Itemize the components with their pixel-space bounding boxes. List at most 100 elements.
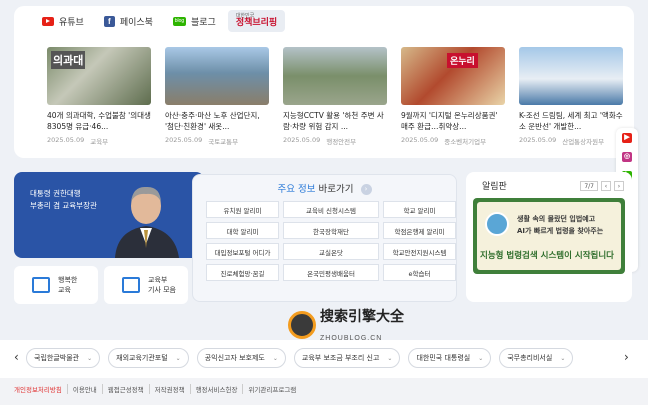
footer-links: 개인정보처리방침 이용안내 웹접근성정책 저작권정책 행정서비스헌장 위기관리프… xyxy=(14,384,301,394)
quick-link-happy-education[interactable]: 행복한 교육 xyxy=(14,266,98,304)
news-date: 2025.05.09 xyxy=(165,136,203,144)
panel-title-highlight: 주요 정보 xyxy=(277,184,316,195)
chevron-down-icon: ⌄ xyxy=(560,354,566,362)
quick-link-line2: 교육 xyxy=(58,286,71,294)
news-source: 산업통상자원부 xyxy=(562,138,605,146)
panel-title: 주요 정보 바로가기 › xyxy=(193,181,456,195)
related-link[interactable]: 재외교육기관포털 ⌄ xyxy=(108,348,189,368)
key-info-link[interactable]: 교실온닷 xyxy=(283,243,379,260)
related-link-label: 교육부 보조금 부조리 신고 xyxy=(301,354,380,362)
news-date: 2025.05.09 xyxy=(401,136,439,144)
news-title[interactable]: 아산·충주·마산 노후 산업단지, '첨단·친환경' 새옷... xyxy=(165,110,269,132)
related-links-list: 국립한글박물관 ⌄ 재외교육기관포털 ⌄ 공익신고자 보호제도 ⌄ 교육부 보조금 부… xyxy=(26,348,574,368)
news-thumbnail[interactable]: 의과대 xyxy=(47,47,151,105)
watermark-text: 搜索引擎大全 xyxy=(320,309,404,325)
tab-facebook[interactable]: f 페이스북 xyxy=(96,10,161,32)
minister-line1: 대통령 권한대행 xyxy=(30,189,81,198)
news-meta: 2025.05.09 교육부 xyxy=(47,136,151,146)
footer-link[interactable]: 이용안내 xyxy=(66,384,102,394)
news-title[interactable]: K-조선 드림팀, 세계 최고 '액화수소 운반선' 개발한... xyxy=(519,110,623,132)
news-source: 중소벤처기업부 xyxy=(444,138,487,146)
notice-banner[interactable]: 생활 속의 몰랐던 입법예고 AI가 빠르게 법령을 찾아주는 지능형 법령검색… xyxy=(473,198,625,274)
chevron-down-icon: ⌄ xyxy=(272,354,278,362)
chevron-down-icon: ⌄ xyxy=(387,354,393,362)
news-title[interactable]: 9월까지 '디지털 온누리상품권' 매주 환급…취약상... xyxy=(401,110,505,132)
youtube-icon[interactable]: ▶ xyxy=(622,133,632,143)
watermark: 搜索引擎大全 ZHOUBLOG.CN xyxy=(288,306,404,344)
key-info-link[interactable]: 유치원 알리미 xyxy=(206,201,279,218)
notice-pager: 7/7 ‹ › xyxy=(580,181,624,191)
news-date: 2025.05.09 xyxy=(519,136,557,144)
banner-headline: 지능형 법령검색 시스템이 시작됩니다 xyxy=(480,251,614,261)
key-info-link[interactable]: 학교 알리미 xyxy=(383,201,456,218)
mascot-icon xyxy=(485,212,509,236)
key-info-link[interactable]: 진로체험망·꿈길 xyxy=(206,264,279,281)
news-title[interactable]: 40개 의과대학, 수업불참 '의대생 8305명 유급·46... xyxy=(47,110,151,132)
news-date: 2025.05.09 xyxy=(283,136,321,144)
quick-links: 행복한 교육 교육부 기사 모음 xyxy=(14,266,188,304)
tab-youtube[interactable]: 유튜브 xyxy=(34,10,92,32)
news-thumbnail[interactable] xyxy=(283,47,387,105)
key-info-link[interactable]: 대학 알리미 xyxy=(206,222,279,239)
related-link[interactable]: 대한민국 대통령실 ⌄ xyxy=(408,348,492,368)
key-info-link[interactable]: 한국장학재단 xyxy=(283,222,379,239)
social-tabs: 유튜브 f 페이스북 blog 블로그 대한민국 정책브리핑 xyxy=(34,10,286,32)
related-link[interactable]: 국립한글박물관 ⌄ xyxy=(26,348,101,368)
next-button[interactable]: › xyxy=(614,181,624,191)
logo-text: 정책브리핑 xyxy=(235,18,278,28)
news-item[interactable]: 지능형CCTV 활용 '하천 주변 사람·차량 위험 감지 ... 2025.0… xyxy=(283,47,387,146)
footer-link[interactable]: 위기관리프로그램 xyxy=(242,384,301,394)
youtube-icon xyxy=(42,16,54,26)
news-title[interactable]: 지능형CCTV 활용 '하천 주변 사람·차량 위험 감지 ... xyxy=(283,110,387,132)
watermark-text-wrap: 搜索引擎大全 ZHOUBLOG.CN xyxy=(320,306,404,344)
key-info-link[interactable]: e학습터 xyxy=(383,264,456,281)
news-thumbnail[interactable] xyxy=(519,47,623,105)
minister-card[interactable]: 대통령 권한대행 부총리 겸 교육부장관 xyxy=(14,172,204,258)
related-link[interactable]: 교육부 보조금 부조리 신고 ⌄ xyxy=(293,348,401,368)
news-thumbnail[interactable] xyxy=(165,47,269,105)
key-info-link[interactable]: 학교안전지원시스템 xyxy=(383,243,456,260)
tab-label: 페이스북 xyxy=(119,17,153,28)
tab-label: 유튜브 xyxy=(59,17,84,28)
chevron-down-icon: ⌄ xyxy=(175,354,181,362)
related-link[interactable]: 공익신고자 보호제도 ⌄ xyxy=(196,348,286,368)
key-info-link[interactable]: 교육비 신청시스템 xyxy=(283,201,379,218)
quick-link-label: 행복한 교육 xyxy=(58,275,77,295)
blog-icon: blog xyxy=(172,16,186,26)
footer-link[interactable]: 행정서비스헌장 xyxy=(189,384,243,394)
news-meta: 2025.05.09 국토교통부 xyxy=(165,136,269,146)
news-thumbnail[interactable]: 온누리 xyxy=(401,47,505,105)
banner-line1: 생활 속의 몰랐던 입법예고 xyxy=(517,215,596,223)
chevron-down-icon: ⌄ xyxy=(87,354,93,362)
key-info-link[interactable]: 온국민평생배움터 xyxy=(283,264,379,281)
school-icon xyxy=(32,277,50,293)
chevron-right-icon[interactable]: › xyxy=(624,350,629,364)
notice-board: 알림판 7/7 ‹ › 생활 속의 몰랐던 입법예고 AI가 빠르게 법령을 찾… xyxy=(466,172,632,302)
news-section: 유튜브 f 페이스북 blog 블로그 대한민국 정책브리핑 의과대 40개 의… xyxy=(14,6,634,158)
footer-link[interactable]: 웹접근성정책 xyxy=(101,384,149,394)
key-info-link[interactable]: 학점은행제 알리미 xyxy=(383,222,456,239)
related-link[interactable]: 국무총리비서실 ⌄ xyxy=(499,348,574,368)
tab-blog[interactable]: blog 블로그 xyxy=(165,10,224,32)
quick-link-ministry-news[interactable]: 교육부 기사 모음 xyxy=(104,266,188,304)
instagram-icon[interactable]: ◎ xyxy=(622,152,632,162)
related-link-label: 국무총리비서실 xyxy=(507,354,553,362)
notice-title: 알림판 xyxy=(482,182,507,192)
chevron-left-icon[interactable]: ‹ xyxy=(14,350,19,364)
news-item[interactable]: 의과대 40개 의과대학, 수업불참 '의대생 8305명 유급·46... 2… xyxy=(47,47,151,146)
tab-policy-briefing[interactable]: 대한민국 정책브리핑 xyxy=(227,10,286,32)
key-info-link[interactable]: 대입정보포털 어디가 xyxy=(206,243,279,260)
news-item[interactable]: 아산·충주·마산 노후 산업단지, '첨단·친환경' 새옷... 2025.05… xyxy=(165,47,269,146)
news-source: 교육부 xyxy=(90,138,109,146)
facebook-icon: f xyxy=(103,15,115,27)
arrow-right-icon[interactable]: › xyxy=(360,184,372,195)
footer-link-privacy[interactable]: 개인정보처리방침 xyxy=(14,384,67,394)
footer: 개인정보처리방침 이용안내 웹접근성정책 저작권정책 행정서비스헌장 위기관리프… xyxy=(0,378,648,405)
news-item[interactable]: K-조선 드림팀, 세계 최고 '액화수소 운반선' 개발한... 2025.0… xyxy=(519,47,623,146)
news-icon xyxy=(122,277,140,293)
footer-link[interactable]: 저작권정책 xyxy=(148,384,190,394)
minister-line2: 부총리 겸 교육부장관 xyxy=(30,201,97,210)
related-link-label: 공익신고자 보호제도 xyxy=(204,354,265,362)
prev-button[interactable]: ‹ xyxy=(601,181,611,191)
news-item[interactable]: 온누리 9월까지 '디지털 온누리상품권' 매주 환급…취약상... 2025.… xyxy=(401,47,505,146)
